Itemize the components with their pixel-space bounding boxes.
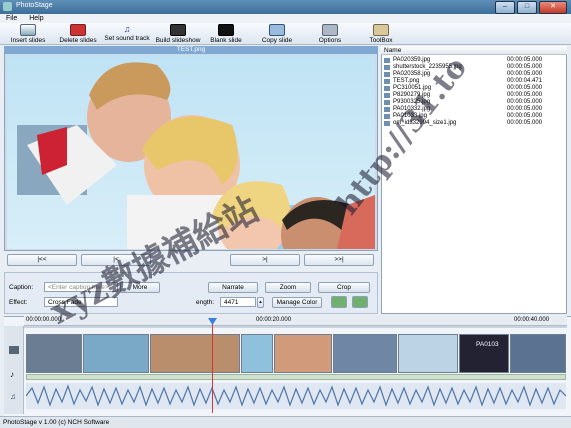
maximize-button[interactable]: □ [517,1,537,14]
timeline-scroll-track[interactable] [24,326,567,328]
delete-icon [70,24,86,36]
audio-waveform[interactable] [25,383,567,409]
status-bar: PhotoStage v 1.00 (c) NCH Software [0,416,571,428]
timeline-slide[interactable]: PA0103 [459,334,509,373]
image-file-icon [384,100,390,105]
toolbox-button[interactable]: ToolBox [366,24,396,44]
copy-icon [269,24,285,36]
options-button[interactable]: Options [315,24,345,44]
list-item[interactable]: PA010332.jpg 00:00:05.000 [381,106,567,113]
blank-slide-button[interactable]: Blank slide [206,24,246,44]
crop-button[interactable]: Crop [318,282,370,293]
timeline-slide[interactable] [83,334,149,373]
film-icon [170,24,186,36]
timeline-mark-20: 00:00:20.000 [256,317,292,323]
list-item[interactable]: PC310051.jpg 00:00:05.000 [381,85,567,92]
timeline-slide[interactable] [26,334,82,373]
list-item[interactable]: PA01033.jpg 00:00:05.000 [381,113,567,120]
toolbar: Insert slides Delete slides ♫ Set sound … [0,23,571,45]
list-item[interactable]: om_id332994_size1.jpg 00:00:05.000 [381,120,567,127]
length-input[interactable]: 4471 [220,297,256,307]
caption-track[interactable] [26,374,566,380]
timeline-mark-40: 00:00:40.000 [514,317,550,323]
first-slide-button[interactable]: |<< [7,254,77,266]
image-file-icon [384,86,390,91]
image-file-icon [384,79,390,84]
length-spinner[interactable]: ▴ [257,297,264,308]
list-item[interactable]: PA020358.jpg 00:00:05.000 [381,71,567,78]
music-track-icon: ♫ [10,392,16,401]
video-track-icon [9,346,19,354]
column-name[interactable]: Name [384,47,401,54]
minimize-button[interactable]: – [495,1,515,14]
caption-track-icon: ♪ [10,370,14,379]
delete-slides-button[interactable]: Delete slides [56,24,100,44]
image-file-icon [384,114,390,119]
playhead-line[interactable] [212,318,213,413]
app-icon [3,2,12,11]
timeline-slide-label: PA0103 [476,341,499,348]
timeline-mark-0: 00:00:00.000 [26,317,62,323]
timeline-ruler[interactable]: 00:00:00.000 00:00:20.000 00:00:40.000 [24,316,567,326]
menu-bar: File Help [0,14,571,23]
image-file-icon [384,58,390,63]
effect-label: Effect: [9,299,28,306]
timeline-slide[interactable] [398,334,458,373]
zoom-button[interactable]: Zoom [265,282,311,293]
last-slide-button[interactable]: >>| [304,254,374,266]
window-title: PhotoStage [16,2,53,9]
image-file-icon [384,72,390,77]
rotate-left-icon[interactable] [331,296,347,308]
slide-controls [4,272,378,314]
next-slide-button[interactable]: >| [230,254,300,266]
list-item[interactable]: shutterstock_2235955.jpg 00:00:05.000 [381,64,567,71]
rotate-right-icon[interactable] [352,296,368,308]
preview-title: TEST.png [4,46,378,54]
sound-track-button[interactable]: ♫ Set sound track [103,24,151,42]
build-slideshow-button[interactable]: Build slideshow [153,24,203,44]
image-file-icon [384,121,390,126]
title-bar: PhotoStage – □ ✕ [0,0,571,14]
previous-slide-button[interactable]: |< [81,254,151,266]
status-text: PhotoStage v 1.00 (c) NCH Software [3,419,110,426]
caption-label: Caption: [9,284,34,291]
insert-icon [20,24,36,36]
list-item[interactable]: P9300325.jpg 00:00:05.000 [381,99,567,106]
toolbox-icon [373,24,389,36]
music-note-icon: ♫ [123,24,131,34]
timeline-track-icons: ♪ ♫ [4,326,24,414]
list-item[interactable]: TEST.png 00:00:04.471 [381,78,567,85]
timeline-slide[interactable] [274,334,332,373]
close-button[interactable]: ✕ [539,1,567,14]
image-file-icon [384,93,390,98]
blank-slide-icon [218,24,234,36]
timeline-slide[interactable] [150,334,240,373]
list-item[interactable]: PA020359.jpg 00:00:05.000 [381,57,567,64]
caption-input[interactable]: <Enter caption here> [44,282,118,292]
timeline-slide[interactable] [333,334,397,373]
insert-slides-button[interactable]: Insert slides [6,24,50,44]
more-button[interactable]: More [120,282,160,293]
image-file-icon [384,65,390,70]
preview-image [7,55,375,249]
slide-list-header: Name [381,46,567,55]
narrate-button[interactable]: Narrate [208,282,258,293]
list-item[interactable]: P8290279.jpg 00:00:05.000 [381,92,567,99]
menu-help[interactable]: Help [29,15,43,22]
copy-slide-button[interactable]: Copy slide [258,24,296,44]
timeline-slide[interactable] [510,334,566,373]
timeline-slide[interactable] [241,334,273,373]
image-file-icon [384,107,390,112]
effect-select[interactable]: Cross Fade [44,297,118,307]
manage-color-button[interactable]: Manage Color [272,297,322,308]
menu-file[interactable]: File [6,15,17,22]
slide-list-rows: PA020359.jpg 00:00:05.000 shutterstock_22… [381,57,567,147]
length-label: ength: [196,299,215,306]
options-icon [322,24,338,36]
